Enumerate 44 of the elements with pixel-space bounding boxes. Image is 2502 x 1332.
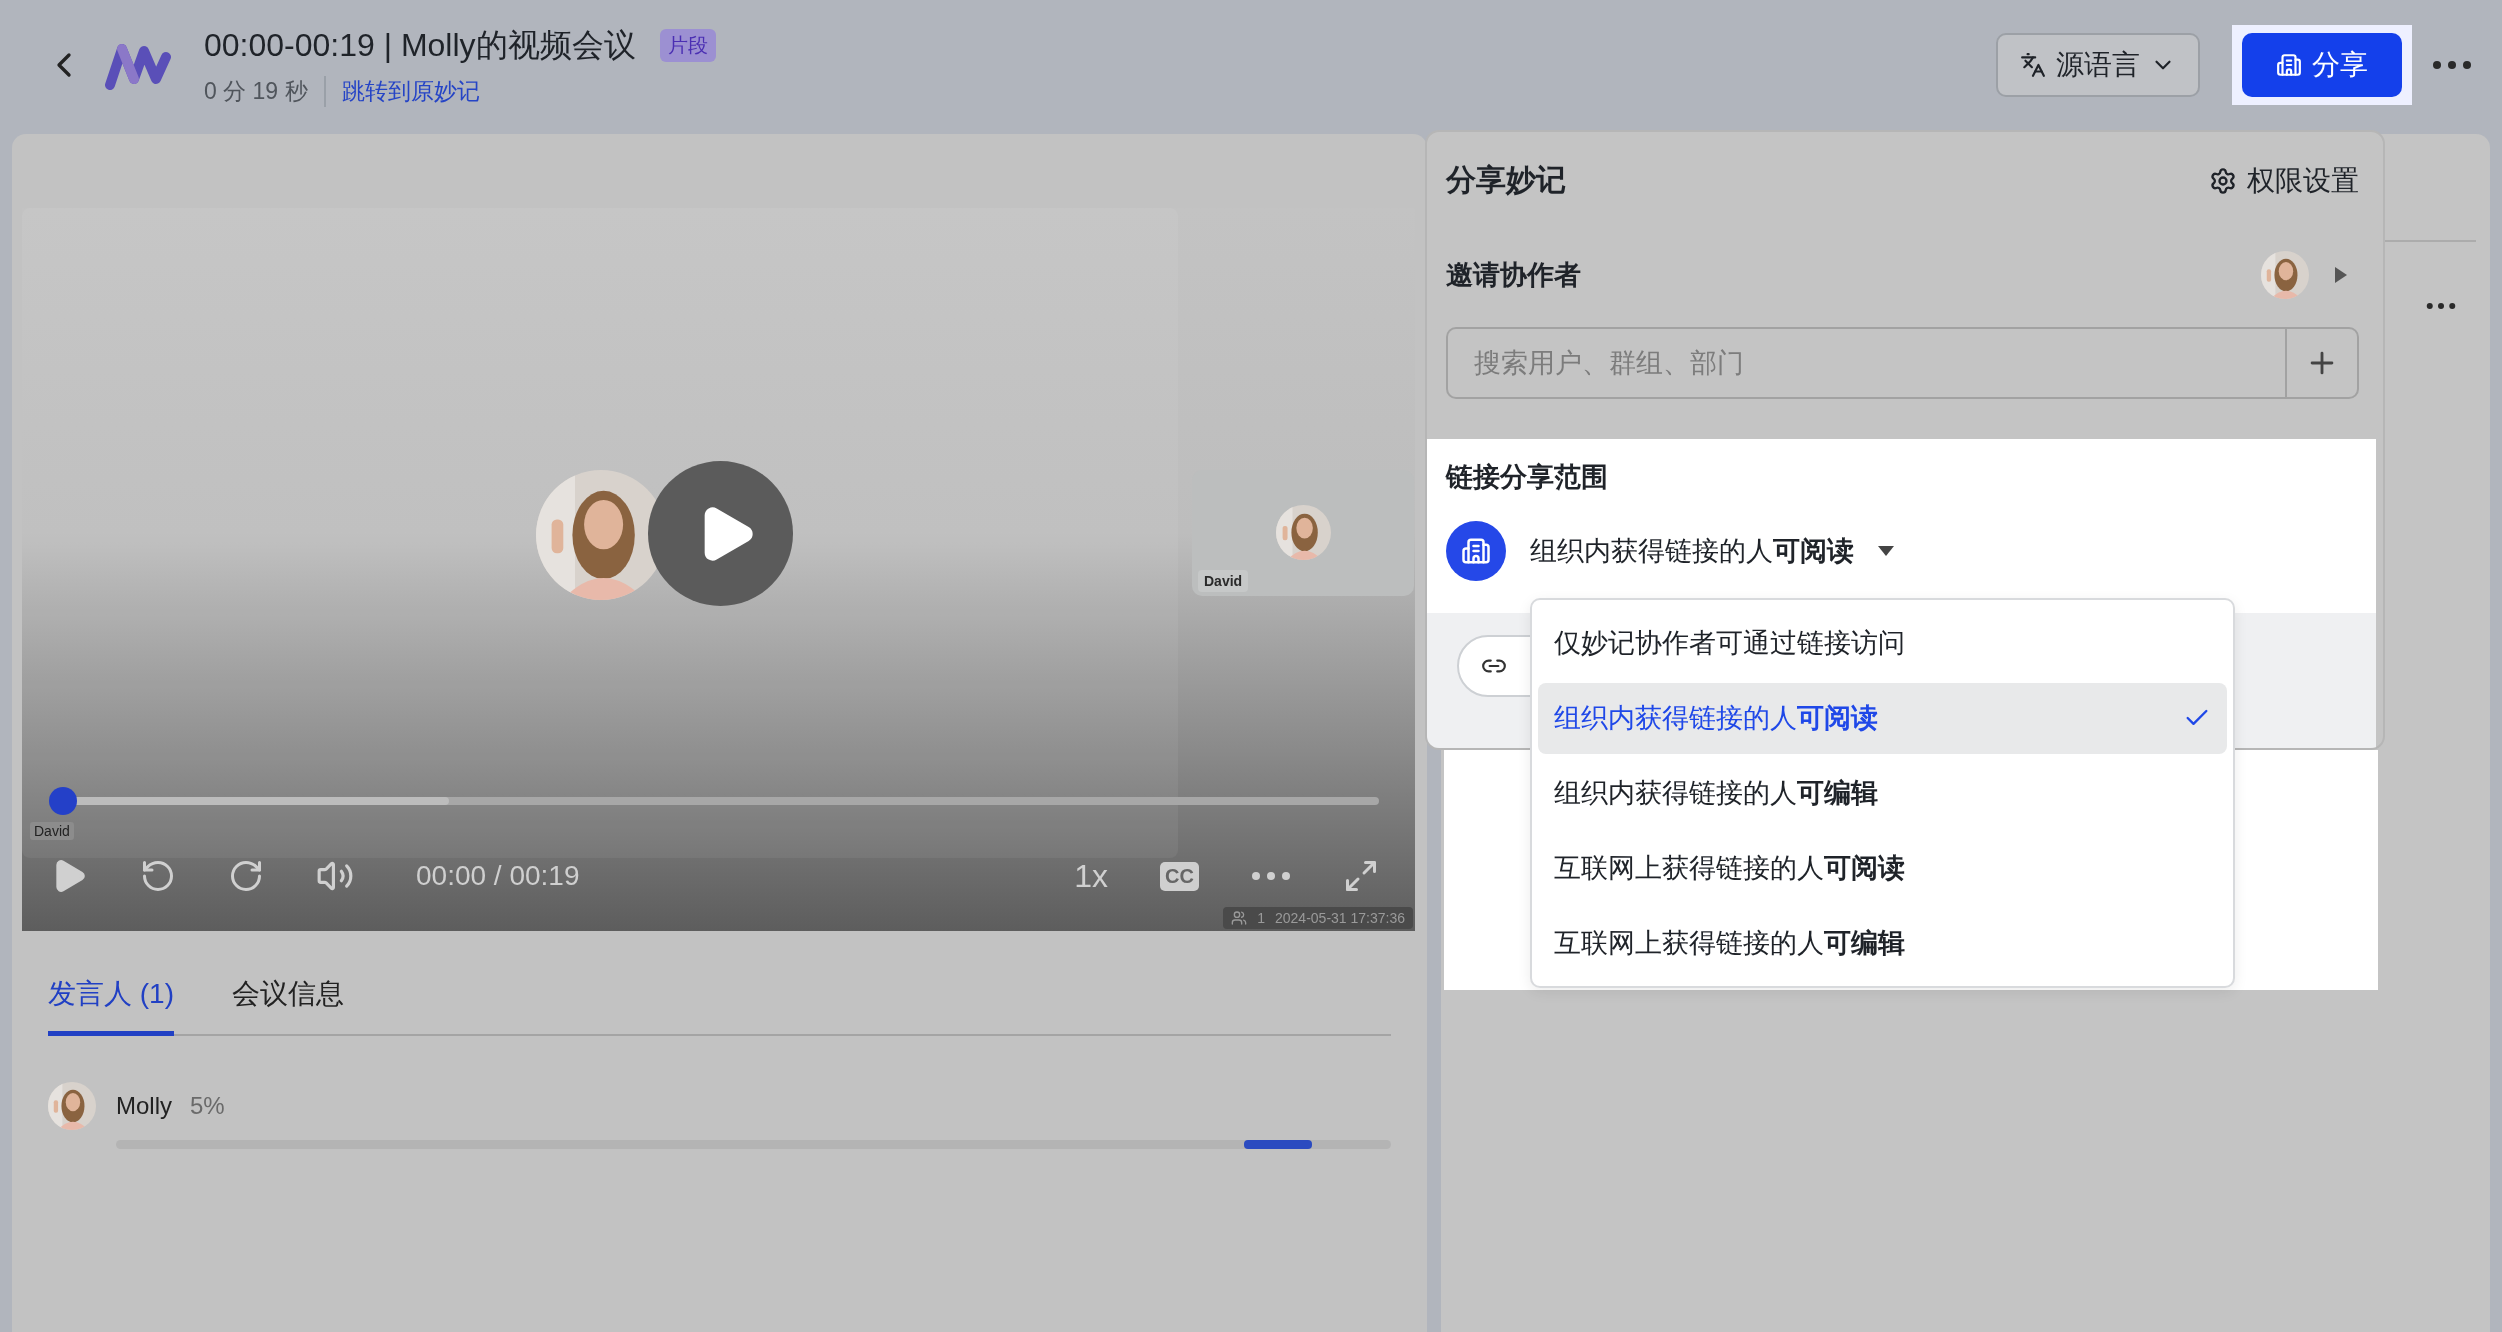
participant-label: David bbox=[1198, 570, 1249, 592]
progress-tooltip: David bbox=[30, 822, 74, 840]
popup-title: 分享妙记 bbox=[1446, 162, 1566, 198]
speech-segment bbox=[1244, 1140, 1312, 1149]
settings-icon bbox=[2209, 166, 2237, 195]
dropdown-arrow-icon bbox=[1878, 546, 1894, 556]
scope-label: 链接分享范围 bbox=[1446, 461, 1609, 494]
language-button[interactable]: 源语言 bbox=[1996, 33, 2200, 97]
scope-option[interactable]: 仅妙记协作者可通过链接访问 bbox=[1538, 608, 2227, 679]
add-button[interactable] bbox=[2285, 327, 2359, 399]
duration-text: 0 分 19 秒 bbox=[204, 75, 326, 107]
permission-settings-button[interactable]: 权限设置 bbox=[2209, 161, 2359, 200]
participant-count: 1 bbox=[1257, 910, 1265, 926]
recording-time: 2024-05-31 17:37:36 bbox=[1275, 910, 1405, 926]
tab[interactable]: 发言人 (1) bbox=[48, 975, 174, 1036]
forward-icon[interactable] bbox=[228, 858, 264, 894]
time-display: 00:00 / 00:19 bbox=[416, 860, 580, 892]
more-icon[interactable] bbox=[2426, 302, 2456, 310]
scope-option[interactable]: 组织内获得链接的人可阅读 bbox=[1538, 682, 2227, 754]
building-icon bbox=[2276, 52, 2302, 78]
search-field[interactable]: 搜索用户、群组、部门 bbox=[1446, 327, 2285, 399]
building-icon bbox=[1446, 521, 1506, 581]
clip-badge: 片段 bbox=[659, 29, 716, 62]
speed-button[interactable]: 1x bbox=[1074, 857, 1109, 895]
fullscreen-icon[interactable] bbox=[1343, 858, 1379, 894]
tab[interactable]: 会议信息 bbox=[232, 975, 344, 1036]
captions-button[interactable]: CC bbox=[1160, 861, 1199, 891]
more-icon[interactable] bbox=[2432, 60, 2472, 70]
progress-thumb[interactable] bbox=[49, 787, 78, 815]
meeting-title: 00:00-00:19 | Molly的视频会议 bbox=[204, 25, 636, 65]
more-icon[interactable] bbox=[1251, 871, 1291, 881]
translate-icon bbox=[2020, 52, 2046, 78]
speaker-name: Molly bbox=[116, 1092, 172, 1120]
rewind-icon[interactable] bbox=[140, 858, 176, 894]
scope-select[interactable]: 组织内获得链接的人可阅读 bbox=[1446, 521, 2376, 581]
share-button[interactable]: 分享 bbox=[2242, 33, 2402, 97]
jump-link[interactable]: 跳转到原妙记 bbox=[325, 75, 480, 107]
invite-label: 邀请协作者 bbox=[1446, 259, 1581, 292]
scope-option[interactable]: 组织内获得链接的人可编辑 bbox=[1538, 757, 2227, 829]
scope-option[interactable]: 互联网上获得链接的人可阅读 bbox=[1538, 832, 2227, 904]
speaker-share: 5% bbox=[190, 1092, 225, 1120]
scope-option[interactable]: 互联网上获得链接的人可编辑 bbox=[1538, 907, 2227, 978]
people-icon bbox=[1231, 910, 1248, 926]
expand-icon[interactable] bbox=[2335, 267, 2347, 283]
